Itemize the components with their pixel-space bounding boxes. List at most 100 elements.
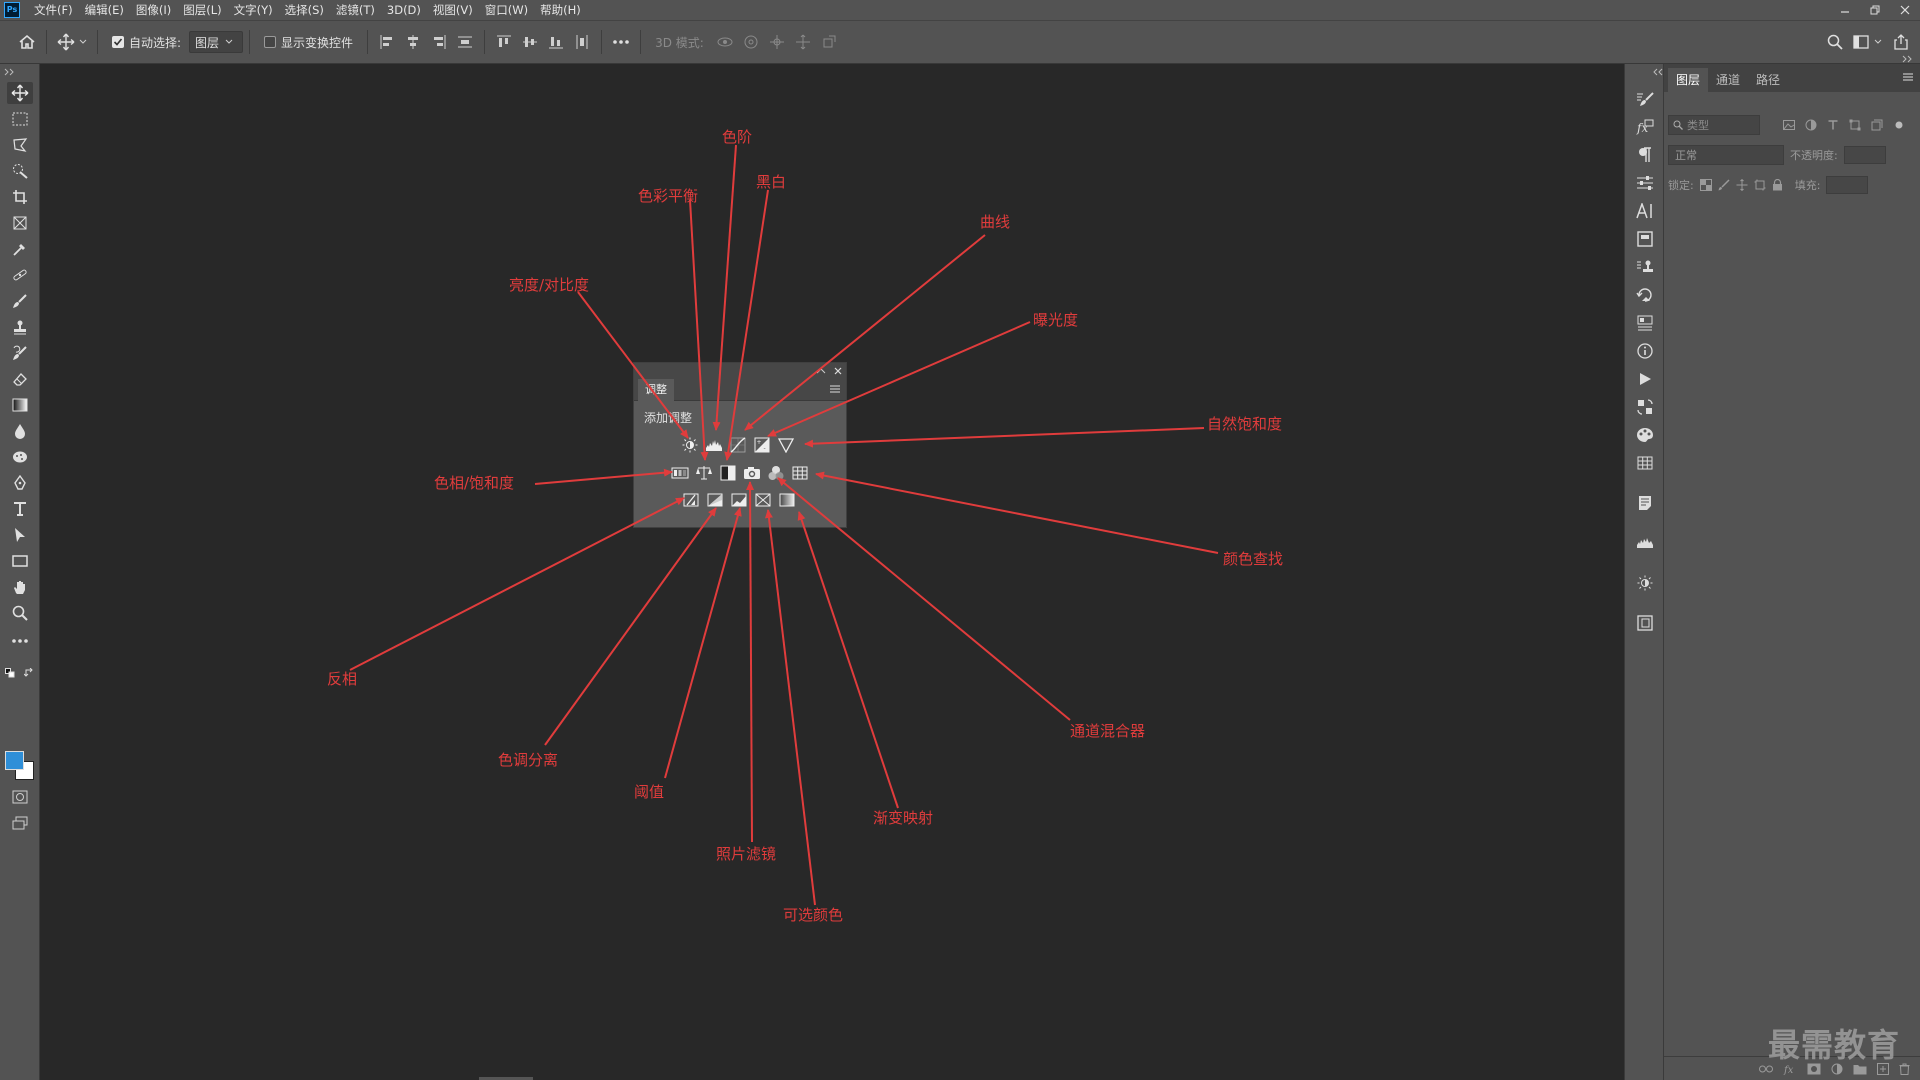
- align-top-button[interactable]: [491, 29, 517, 55]
- menu-window[interactable]: 窗口(W): [479, 0, 534, 20]
- delete-layer-icon[interactable]: [1899, 1063, 1910, 1075]
- clone-source-button[interactable]: [1632, 256, 1658, 278]
- more-options-button[interactable]: [608, 29, 634, 55]
- pen-tool[interactable]: [7, 472, 33, 494]
- workspace-button[interactable]: [1848, 29, 1874, 55]
- distribute-horizontal-button[interactable]: [569, 29, 595, 55]
- selective-color-button[interactable]: [778, 491, 796, 509]
- tab-layers[interactable]: 图层: [1668, 68, 1709, 92]
- document-canvas[interactable]: [41, 64, 1624, 1080]
- vibrance-button[interactable]: [777, 436, 795, 454]
- panel-menu-icon[interactable]: [829, 384, 841, 394]
- healing-brush-tool[interactable]: [7, 264, 33, 286]
- paragraph-button[interactable]: [1632, 144, 1658, 166]
- 3d-orbit-button[interactable]: [712, 29, 738, 55]
- menu-3d[interactable]: 3D(D): [381, 0, 427, 20]
- 3d-pan-button[interactable]: [764, 29, 790, 55]
- levels-button[interactable]: [705, 436, 723, 454]
- close-button[interactable]: [1890, 0, 1920, 20]
- lock-transparent-pixels-icon[interactable]: [1699, 179, 1712, 191]
- home-button[interactable]: [14, 29, 40, 55]
- collapse-panel-icon[interactable]: [816, 367, 826, 375]
- edit-toolbar-button[interactable]: [7, 630, 33, 652]
- crop-tool[interactable]: [7, 186, 33, 208]
- menu-image[interactable]: 图像(I): [130, 0, 177, 20]
- swatches-button[interactable]: [1632, 452, 1658, 474]
- close-panel-icon[interactable]: [834, 367, 842, 375]
- move-tool-preset[interactable]: [53, 29, 79, 55]
- blur-tool[interactable]: [7, 420, 33, 442]
- swap-colors-icon[interactable]: [24, 668, 34, 678]
- color-button[interactable]: [1632, 424, 1658, 446]
- menu-file[interactable]: 文件(F): [28, 0, 79, 20]
- lock-artboard-icon[interactable]: [1754, 179, 1766, 191]
- filter-shape-button[interactable]: [1844, 115, 1866, 135]
- adjustments-dock-button[interactable]: [1632, 312, 1658, 334]
- chevron-down-icon[interactable]: [1874, 39, 1882, 45]
- menu-edit[interactable]: 编辑(E): [79, 0, 130, 20]
- quick-mask-button[interactable]: [7, 786, 33, 808]
- show-transform-controls-checkbox[interactable]: 显示变换控件: [264, 34, 353, 51]
- default-colors-icon[interactable]: [5, 668, 15, 678]
- lasso-tool[interactable]: [7, 134, 33, 156]
- align-middle-button[interactable]: [517, 29, 543, 55]
- panel-title-bar[interactable]: [634, 363, 846, 379]
- threshold-button[interactable]: [730, 491, 748, 509]
- hue-saturation-button[interactable]: [671, 464, 689, 482]
- menu-select[interactable]: 选择(S): [279, 0, 330, 20]
- invert-button[interactable]: [682, 491, 700, 509]
- character-button[interactable]: [1632, 200, 1658, 222]
- foreground-color-swatch[interactable]: [5, 751, 24, 770]
- filter-type-button[interactable]: [1822, 115, 1844, 135]
- history-brush-tool[interactable]: [7, 342, 33, 364]
- expand-panel-icon[interactable]: [1902, 55, 1914, 63]
- photo-filter-button[interactable]: [743, 464, 761, 482]
- menu-filter[interactable]: 滤镜(T): [330, 0, 381, 20]
- brush-tool[interactable]: [7, 290, 33, 312]
- actions-button[interactable]: [1632, 368, 1658, 390]
- filter-toggle-button[interactable]: [1888, 115, 1910, 135]
- auto-select-target-dropdown[interactable]: 图层: [189, 31, 244, 53]
- menu-type[interactable]: 文字(Y): [228, 0, 279, 20]
- timeline-button[interactable]: [1632, 396, 1658, 418]
- filter-kind-dropdown[interactable]: 类型: [1668, 115, 1760, 135]
- panel-menu-icon[interactable]: [1902, 72, 1914, 82]
- info-button[interactable]: [1632, 340, 1658, 362]
- brightness-contrast-button[interactable]: [681, 436, 699, 454]
- menu-view[interactable]: 视图(V): [427, 0, 479, 20]
- 3d-roll-button[interactable]: [738, 29, 764, 55]
- search-button[interactable]: [1822, 29, 1848, 55]
- quick-selection-tool[interactable]: [7, 160, 33, 182]
- restore-button[interactable]: [1860, 0, 1890, 20]
- auto-select-checkbox[interactable]: 自动选择:: [112, 34, 181, 51]
- clone-stamp-tool[interactable]: [7, 316, 33, 338]
- notes-button[interactable]: [1632, 492, 1658, 514]
- tab-channels[interactable]: 通道: [1708, 68, 1748, 92]
- curves-button[interactable]: [729, 436, 747, 454]
- screen-mode-button[interactable]: [7, 812, 33, 834]
- type-tool[interactable]: [7, 498, 33, 520]
- distribute-vertical-button[interactable]: [452, 29, 478, 55]
- properties-button[interactable]: [1632, 172, 1658, 194]
- blend-mode-dropdown[interactable]: 正常: [1668, 145, 1784, 165]
- menu-help[interactable]: 帮助(H): [534, 0, 587, 20]
- color-balance-button[interactable]: [695, 464, 713, 482]
- align-left-button[interactable]: [374, 29, 400, 55]
- glyphs-button[interactable]: [1632, 612, 1658, 634]
- gradient-tool[interactable]: [7, 394, 33, 416]
- collapse-dock-icon[interactable]: [1652, 68, 1664, 76]
- history-button[interactable]: [1632, 284, 1658, 306]
- gradient-map-button[interactable]: [754, 491, 772, 509]
- exposure-button[interactable]: + -: [753, 436, 771, 454]
- lock-image-pixels-icon[interactable]: [1718, 179, 1730, 191]
- zoom-tool[interactable]: [7, 602, 33, 624]
- eyedropper-tool[interactable]: [7, 238, 33, 260]
- tab-paths[interactable]: 路径: [1748, 68, 1788, 92]
- marquee-tool[interactable]: [7, 108, 33, 130]
- rectangle-tool[interactable]: [7, 550, 33, 572]
- black-white-button[interactable]: [719, 464, 737, 482]
- lock-all-icon[interactable]: [1772, 179, 1783, 191]
- hand-tool[interactable]: [7, 576, 33, 598]
- tab-adjustments[interactable]: 调整: [638, 379, 674, 401]
- expand-panel-icon[interactable]: [4, 68, 16, 76]
